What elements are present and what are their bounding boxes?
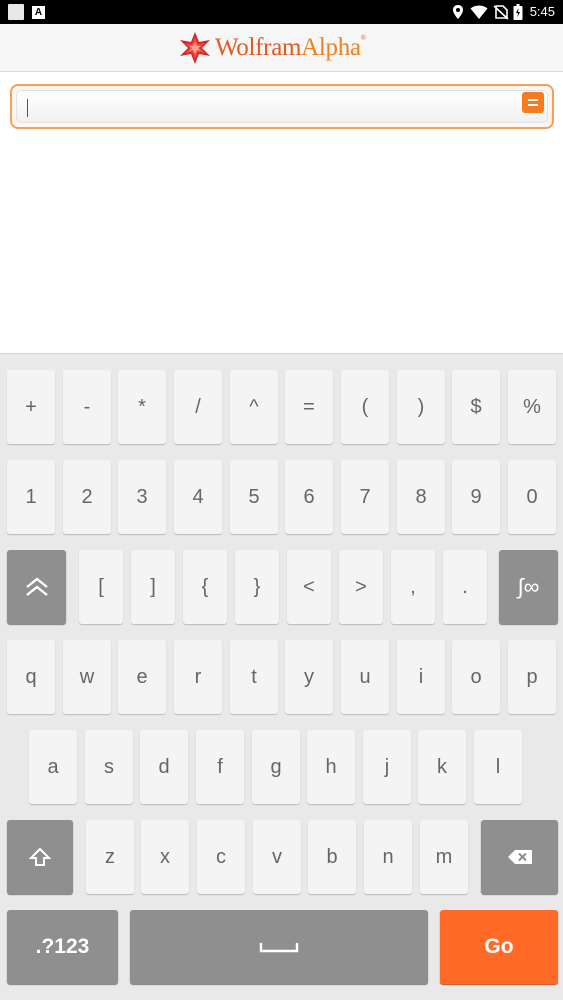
key-period[interactable]: . [443, 550, 487, 624]
space-bar-icon [259, 943, 299, 953]
key-y[interactable]: y [285, 640, 333, 714]
no-sim-icon [493, 5, 509, 20]
text-cursor [27, 99, 28, 117]
logo-word-alpha: Alpha [301, 34, 361, 61]
key-8[interactable]: 8 [397, 460, 445, 534]
key-w[interactable]: w [63, 640, 111, 714]
key-slash[interactable]: / [174, 370, 222, 444]
go-key[interactable]: Go [440, 910, 558, 984]
logo-text: WolframAlpha® [215, 34, 366, 62]
numbers-mode-key[interactable]: .?123 [7, 910, 118, 984]
shift-key[interactable] [7, 820, 73, 894]
key-close-paren[interactable]: ) [397, 370, 445, 444]
backspace-icon [507, 850, 532, 864]
key-s[interactable]: s [85, 730, 133, 804]
space-key[interactable] [130, 910, 428, 984]
key-o[interactable]: o [452, 640, 500, 714]
key-m[interactable]: m [420, 820, 468, 894]
key-i[interactable]: i [397, 640, 445, 714]
key-p[interactable]: p [508, 640, 556, 714]
key-dollar[interactable]: $ [452, 370, 500, 444]
key-asterisk[interactable]: * [118, 370, 166, 444]
key-1[interactable]: 1 [7, 460, 55, 534]
logo-word-wolfram: Wolfram [215, 34, 302, 61]
key-n[interactable]: n [364, 820, 412, 894]
backspace-key[interactable] [481, 820, 558, 894]
key-e[interactable]: e [118, 640, 166, 714]
wolfram-alpha-logo[interactable]: WolframAlpha® [178, 30, 366, 66]
key-l[interactable]: l [474, 730, 522, 804]
wifi-icon [470, 5, 488, 19]
key-h[interactable]: h [307, 730, 355, 804]
key-7[interactable]: 7 [341, 460, 389, 534]
key-r[interactable]: r [174, 640, 222, 714]
math-keyboard: + - * / ^ = ( ) $ % 1 2 3 4 5 6 7 8 9 0 … [0, 353, 563, 1000]
key-open-paren[interactable]: ( [341, 370, 389, 444]
equals-icon[interactable] [522, 92, 544, 113]
math-functions-key[interactable]: ∫∞ [499, 550, 558, 624]
status-bar: A 5:45 [0, 0, 563, 24]
wolfram-star-icon [180, 32, 210, 64]
key-d[interactable]: d [140, 730, 188, 804]
key-4[interactable]: 4 [174, 460, 222, 534]
a-icon: A [32, 6, 45, 19]
key-less-than[interactable]: < [287, 550, 331, 624]
key-percent[interactable]: % [508, 370, 556, 444]
search-input[interactable] [16, 90, 548, 123]
key-u[interactable]: u [341, 640, 389, 714]
status-time: 5:45 [529, 4, 555, 19]
double-chevron-up-icon [25, 577, 48, 596]
key-f[interactable]: f [196, 730, 244, 804]
key-q[interactable]: q [7, 640, 55, 714]
search-box [10, 84, 554, 129]
battery-icon [513, 4, 523, 20]
key-2[interactable]: 2 [63, 460, 111, 534]
key-close-bracket[interactable]: ] [131, 550, 175, 624]
key-c[interactable]: c [197, 820, 245, 894]
key-5[interactable]: 5 [230, 460, 278, 534]
key-0[interactable]: 0 [508, 460, 556, 534]
symbols-toggle-key[interactable] [7, 550, 66, 624]
key-k[interactable]: k [418, 730, 466, 804]
shift-arrow-icon [29, 847, 51, 866]
key-6[interactable]: 6 [285, 460, 333, 534]
key-open-bracket[interactable]: [ [79, 550, 123, 624]
key-b[interactable]: b [308, 820, 356, 894]
square-icon [8, 4, 24, 20]
key-3[interactable]: 3 [118, 460, 166, 534]
location-icon [453, 5, 463, 19]
key-close-brace[interactable]: } [235, 550, 279, 624]
key-a[interactable]: a [29, 730, 77, 804]
key-plus[interactable]: + [7, 370, 55, 444]
key-greater-than[interactable]: > [339, 550, 383, 624]
key-x[interactable]: x [141, 820, 189, 894]
key-minus[interactable]: - [63, 370, 111, 444]
app-header: WolframAlpha® [0, 24, 563, 72]
key-v[interactable]: v [253, 820, 301, 894]
key-t[interactable]: t [230, 640, 278, 714]
key-j[interactable]: j [363, 730, 411, 804]
key-open-brace[interactable]: { [183, 550, 227, 624]
key-9[interactable]: 9 [452, 460, 500, 534]
key-comma[interactable]: , [391, 550, 435, 624]
key-caret[interactable]: ^ [230, 370, 278, 444]
key-equals[interactable]: = [285, 370, 333, 444]
key-z[interactable]: z [86, 820, 134, 894]
key-g[interactable]: g [252, 730, 300, 804]
logo-registered-mark: ® [360, 34, 366, 42]
